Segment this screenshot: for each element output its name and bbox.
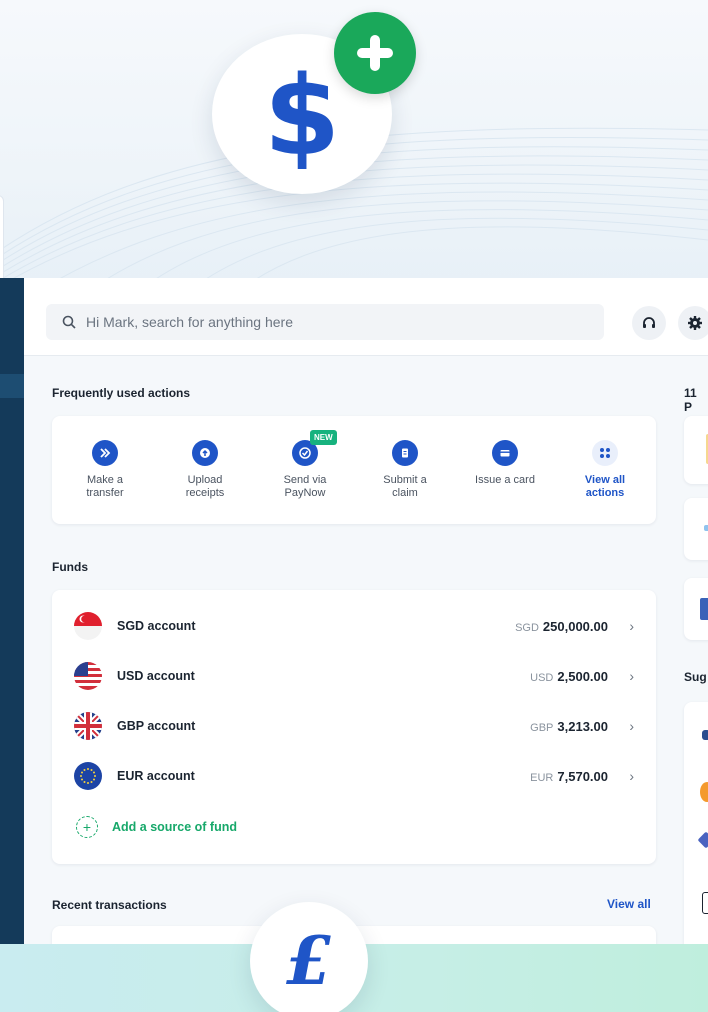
fund-name: USD account [117,669,195,683]
action-view-all[interactable]: View all actions [560,440,650,500]
add-fund-label: Add a source of fund [112,820,237,834]
action-issue-card[interactable]: Issue a card [460,440,550,487]
chevron-right-icon: › [629,618,634,634]
suggestions-heading: Sug [684,670,707,684]
suggestions-card [684,702,708,944]
new-badge: NEW [310,430,337,445]
claim-icon [392,440,418,466]
chevron-right-icon: › [629,768,634,784]
right-section-heading: 11 P [684,386,697,414]
sidebar [0,278,24,944]
view-all-link[interactable]: View all [607,897,651,911]
dashboard-window: Hi Mark, search for anything here Freque… [24,278,708,944]
fund-row-gbp[interactable]: GBP account GBP 3,213.00 › [74,712,634,740]
headset-icon [643,317,655,328]
frequent-actions-title: Frequently used actions [52,386,191,400]
action-send-paynow[interactable]: NEW Send via PayNow [260,430,350,500]
funds-title: Funds [52,560,88,574]
action-submit-claim[interactable]: Submit a claim [360,440,450,500]
chevron-right-icon: › [629,718,634,734]
search-icon [62,315,76,329]
dollar-icon: $ [264,59,341,169]
search-input[interactable]: Hi Mark, search for anything here [46,304,604,340]
fund-name: GBP account [117,719,196,733]
grid-icon [592,440,618,466]
fund-balance: EUR 7,570.00 [530,768,608,784]
fund-name: EUR account [117,769,195,783]
uk-flag-icon [74,712,102,740]
document-icon [700,598,708,620]
pound-icon: £ [286,926,332,996]
fund-row-eur[interactable]: EUR account EUR 7,570.00 › [74,762,634,790]
sidebar-item-active[interactable] [0,374,24,398]
upload-icon [192,440,218,466]
search-placeholder: Hi Mark, search for anything here [86,314,293,330]
fund-balance: GBP 3,213.00 [530,718,608,734]
right-card-1[interactable] [684,416,708,484]
support-button[interactable] [632,306,666,340]
pound-coin: £ [250,902,368,1012]
fund-row-sgd[interactable]: SGD account SGD 250,000.00 › [74,612,634,640]
plus-badge [334,12,416,94]
right-card-3[interactable] [684,578,708,640]
us-flag-icon [74,662,102,690]
fund-row-usd[interactable]: USD account USD 2,500.00 › [74,662,634,690]
plane-icon [704,525,708,531]
eu-flag-icon [74,762,102,790]
sg-flag-icon [74,612,102,640]
right-card-2[interactable] [684,498,708,560]
add-source-of-fund-button[interactable]: + Add a source of fund [76,816,237,838]
card-icon [492,440,518,466]
tag-icon[interactable] [697,831,708,849]
person-icon[interactable] [702,730,708,740]
chevron-right-icon: › [629,668,634,684]
svg-text:$: $ [264,59,341,169]
fund-balance: SGD 250,000.00 [515,618,608,634]
recent-transactions-title: Recent transactions [52,898,167,912]
fund-name: SGD account [117,619,196,633]
top-bar: Hi Mark, search for anything here [24,278,708,356]
action-label: Send via PayNow [283,474,327,499]
action-label: Issue a card [475,474,535,486]
action-label: Make a transfer [86,474,124,499]
gear-icon [688,316,702,330]
action-make-transfer[interactable]: Make a transfer [60,440,150,500]
action-upload-receipts[interactable]: Upload receipts [160,440,250,500]
pie-icon[interactable] [700,782,708,802]
action-label: Upload receipts [185,474,225,499]
svg-text:£: £ [286,926,332,996]
funds-card: SGD account SGD 250,000.00 › USD account … [52,590,656,864]
settings-button[interactable] [678,306,708,340]
phone-icon[interactable] [702,892,708,914]
fund-balance: USD 2,500.00 [530,668,608,684]
action-label: View all actions [584,474,626,499]
frequent-actions-card: Make a transfer Upload receipts NEW Send… [52,416,656,524]
plus-icon: + [76,816,98,838]
action-label: Submit a claim [383,474,427,499]
plus-icon [357,35,393,71]
transfer-icon [92,440,118,466]
